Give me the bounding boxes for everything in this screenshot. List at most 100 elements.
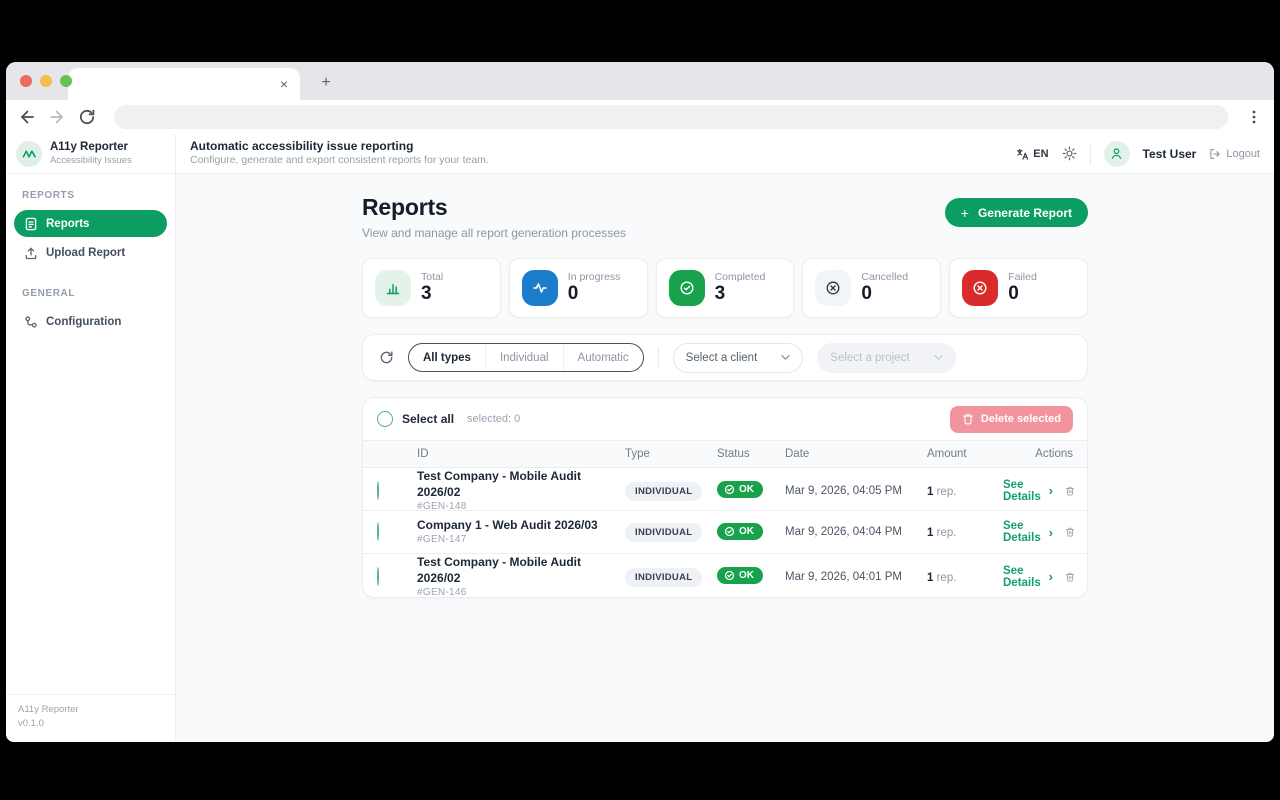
app-name: A11y Reporter	[50, 140, 132, 154]
sidebar-footer: A11y Reporter v0.1.0	[6, 694, 175, 742]
stat-label: Total	[421, 271, 443, 283]
configuration-icon	[24, 315, 38, 329]
see-details-label: See Details	[1003, 520, 1045, 544]
row-checkbox[interactable]	[377, 481, 379, 500]
language-switcher[interactable]: EN	[1016, 148, 1048, 160]
stat-value: 3	[715, 283, 766, 305]
type-filter-all-types[interactable]: All types	[409, 344, 485, 371]
theme-toggle-sun-icon[interactable]	[1062, 146, 1077, 161]
chevron-down-icon	[934, 354, 943, 361]
maximize-window-button[interactable]	[60, 75, 72, 87]
x-circle-icon	[962, 270, 998, 306]
chevron-right-icon: ›	[1049, 526, 1053, 539]
minimize-window-button[interactable]	[40, 75, 52, 87]
browser-menu-icon[interactable]	[1246, 109, 1262, 125]
logout-button[interactable]: Logout	[1209, 148, 1260, 160]
browser-tab[interactable]: ×	[68, 68, 300, 100]
stat-label: Cancelled	[861, 271, 908, 283]
sidebar-item-reports[interactable]: Reports	[14, 210, 167, 237]
filter-bar: All types Individual Automatic Select a …	[362, 334, 1088, 381]
trash-icon[interactable]	[1065, 525, 1075, 539]
stat-card-cancelled: Cancelled 0	[802, 258, 941, 318]
person-icon	[1110, 147, 1123, 160]
user-name: Test User	[1143, 147, 1197, 161]
reload-icon[interactable]	[78, 108, 96, 126]
file-text-icon	[24, 217, 38, 231]
project-select[interactable]: Select a project	[817, 343, 955, 373]
tab-strip: × +	[6, 62, 1274, 100]
status-label: OK	[739, 570, 754, 581]
refresh-icon[interactable]	[379, 350, 394, 365]
trash-icon[interactable]	[1065, 484, 1075, 498]
filter-divider	[658, 347, 659, 369]
delete-selected-button[interactable]: Delete selected	[950, 406, 1073, 433]
new-tab-button[interactable]: +	[316, 73, 336, 93]
table-row: Company 1 - Web Audit 2026/03 #GEN-147 I…	[363, 511, 1087, 554]
type-filter-individual[interactable]: Individual	[485, 344, 563, 371]
client-select[interactable]: Select a client	[673, 343, 804, 373]
row-checkbox[interactable]	[377, 522, 379, 541]
sidebar-item-label: Reports	[46, 218, 89, 230]
type-badge: INDIVIDUAL	[625, 523, 702, 542]
row-checkbox[interactable]	[377, 567, 379, 586]
generate-report-label: Generate Report	[978, 206, 1072, 220]
project-select-placeholder: Select a project	[830, 352, 909, 364]
selected-count: selected: 0	[467, 413, 520, 425]
sidebar-item-configuration[interactable]: Configuration	[14, 308, 167, 335]
app-header: A11y Reporter Accessibility Issues Autom…	[6, 134, 1274, 174]
column-id: ID	[417, 448, 625, 460]
select-all-checkbox[interactable]	[377, 411, 393, 427]
stat-label: In progress	[568, 271, 621, 283]
user-avatar	[1104, 141, 1130, 167]
generate-report-button[interactable]: + Generate Report	[945, 198, 1088, 227]
report-name: Test Company - Mobile Audit 2026/02	[417, 554, 625, 586]
language-label: EN	[1033, 148, 1048, 160]
column-date: Date	[785, 448, 927, 460]
back-icon[interactable]	[18, 108, 36, 126]
tab-close-icon[interactable]: ×	[280, 77, 288, 91]
column-status: Status	[717, 448, 785, 460]
sidebar-section-general: GENERAL	[6, 278, 175, 306]
report-date: Mar 9, 2026, 04:05 PM	[785, 485, 927, 497]
sidebar-footer-name: A11y Reporter	[18, 703, 163, 718]
table-row: Test Company - Mobile Audit 2026/02 #GEN…	[363, 468, 1087, 511]
type-badge: INDIVIDUAL	[625, 568, 702, 587]
column-amount: Amount	[927, 448, 1003, 460]
report-date: Mar 9, 2026, 04:04 PM	[785, 526, 927, 538]
status-label: OK	[739, 484, 754, 495]
table-row: Test Company - Mobile Audit 2026/02 #GEN…	[363, 554, 1087, 597]
report-name: Test Company - Mobile Audit 2026/02	[417, 468, 625, 500]
amount-unit: rep.	[933, 486, 956, 498]
check-circle-icon	[724, 484, 735, 495]
column-type: Type	[625, 448, 717, 460]
address-bar[interactable]	[114, 105, 1228, 129]
close-window-button[interactable]	[20, 75, 32, 87]
reports-table-card: Select all selected: 0 Delete selected I…	[362, 397, 1088, 598]
see-details-link[interactable]: See Details ›	[1003, 520, 1053, 544]
delete-selected-label: Delete selected	[981, 413, 1061, 425]
app-logo-icon	[16, 141, 42, 167]
sidebar-item-label: Upload Report	[46, 247, 125, 259]
status-label: OK	[739, 526, 754, 537]
type-badge: INDIVIDUAL	[625, 482, 702, 501]
see-details-link[interactable]: See Details ›	[1003, 479, 1053, 503]
type-filter-automatic[interactable]: Automatic	[563, 344, 643, 371]
report-id: #GEN-146	[417, 586, 625, 598]
report-id: #GEN-148	[417, 500, 625, 514]
table-toolbar: Select all selected: 0 Delete selected	[363, 398, 1087, 440]
see-details-link[interactable]: See Details ›	[1003, 565, 1053, 589]
amount-unit: rep.	[933, 527, 956, 539]
page-title: Reports	[362, 194, 626, 221]
x-circle-icon	[815, 270, 851, 306]
sidebar-item-upload-report[interactable]: Upload Report	[14, 239, 167, 266]
trash-icon[interactable]	[1065, 570, 1075, 584]
header-controls: EN Test User Logout	[1016, 134, 1274, 173]
stat-value: 0	[861, 283, 908, 305]
forward-icon[interactable]	[48, 108, 66, 126]
upload-icon	[24, 246, 38, 260]
see-details-label: See Details	[1003, 565, 1045, 589]
logout-label: Logout	[1226, 148, 1260, 160]
report-name: Company 1 - Web Audit 2026/03	[417, 517, 625, 533]
see-details-label: See Details	[1003, 479, 1045, 503]
status-badge: OK	[717, 523, 763, 540]
